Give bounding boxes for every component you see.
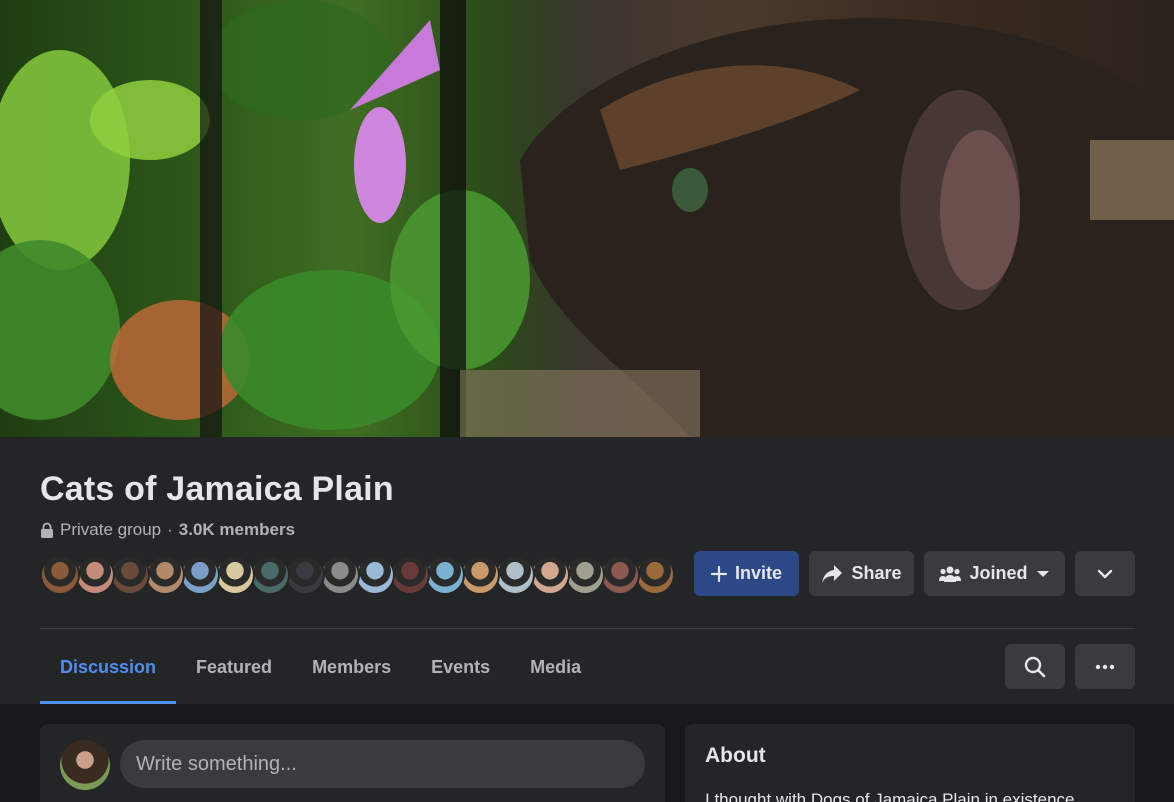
tab-media[interactable]: Media	[510, 630, 601, 704]
member-avatar[interactable]	[285, 555, 325, 595]
tab-members[interactable]: Members	[292, 630, 411, 704]
header-divider	[40, 628, 1135, 629]
search-button[interactable]	[1005, 644, 1065, 689]
tab-discussion[interactable]: Discussion	[40, 630, 177, 704]
group-tabs: Discussion Featured Members Events Media	[40, 630, 601, 704]
people-icon	[939, 566, 962, 582]
member-avatar[interactable]	[635, 555, 675, 595]
plus-icon	[710, 565, 727, 582]
cover-photo-image	[0, 0, 1174, 437]
caret-down-icon	[1036, 570, 1049, 577]
joined-button[interactable]: Joined	[924, 551, 1065, 596]
member-avatar[interactable]	[495, 555, 535, 595]
group-title[interactable]: Cats of Jamaica Plain	[40, 470, 394, 509]
expand-button[interactable]	[1075, 551, 1135, 596]
invite-label: Invite	[734, 563, 782, 583]
write-something-input[interactable]: Write something...	[120, 740, 645, 788]
member-avatar[interactable]	[75, 555, 115, 595]
member-avatar[interactable]	[460, 555, 500, 595]
search-icon	[1024, 656, 1046, 677]
member-avatar[interactable]	[600, 555, 640, 595]
tab-events[interactable]: Events	[411, 630, 510, 704]
group-meta: Private group · 3.0K members	[40, 520, 295, 540]
member-avatar[interactable]	[320, 555, 360, 595]
tab-featured[interactable]: Featured	[176, 630, 292, 704]
member-avatar[interactable]	[40, 555, 80, 595]
member-avatar[interactable]	[145, 555, 185, 595]
chevron-down-icon	[1097, 569, 1113, 578]
member-avatar[interactable]	[110, 555, 150, 595]
member-avatar[interactable]	[180, 555, 220, 595]
member-avatar[interactable]	[425, 555, 465, 595]
invite-button[interactable]: Invite	[694, 551, 799, 596]
meta-separator: ·	[167, 520, 173, 539]
share-arrow-icon	[822, 564, 843, 583]
avatar[interactable]	[60, 740, 110, 790]
about-description: I thought with Dogs of Jamaica Plain in …	[705, 790, 1075, 802]
more-options-button[interactable]	[1075, 644, 1135, 689]
ellipsis-icon	[1095, 664, 1115, 669]
member-count[interactable]: 3.0K members	[179, 520, 295, 540]
about-title: About	[705, 744, 766, 767]
member-avatar[interactable]	[355, 555, 395, 595]
member-avatar[interactable]	[215, 555, 255, 595]
member-avatar[interactable]	[250, 555, 290, 595]
member-avatar[interactable]	[390, 555, 430, 595]
member-avatar[interactable]	[530, 555, 570, 595]
post-composer: Write something...	[40, 724, 665, 802]
lock-icon	[41, 522, 53, 538]
privacy-label[interactable]: Private group	[60, 520, 161, 540]
member-avatars	[40, 555, 675, 595]
joined-label: Joined	[969, 563, 1028, 583]
cover-photo	[0, 0, 1174, 437]
member-avatar[interactable]	[565, 555, 605, 595]
about-card: About I thought with Dogs of Jamaica Pla…	[685, 724, 1135, 802]
share-button[interactable]: Share	[809, 551, 914, 596]
share-label: Share	[851, 563, 902, 583]
